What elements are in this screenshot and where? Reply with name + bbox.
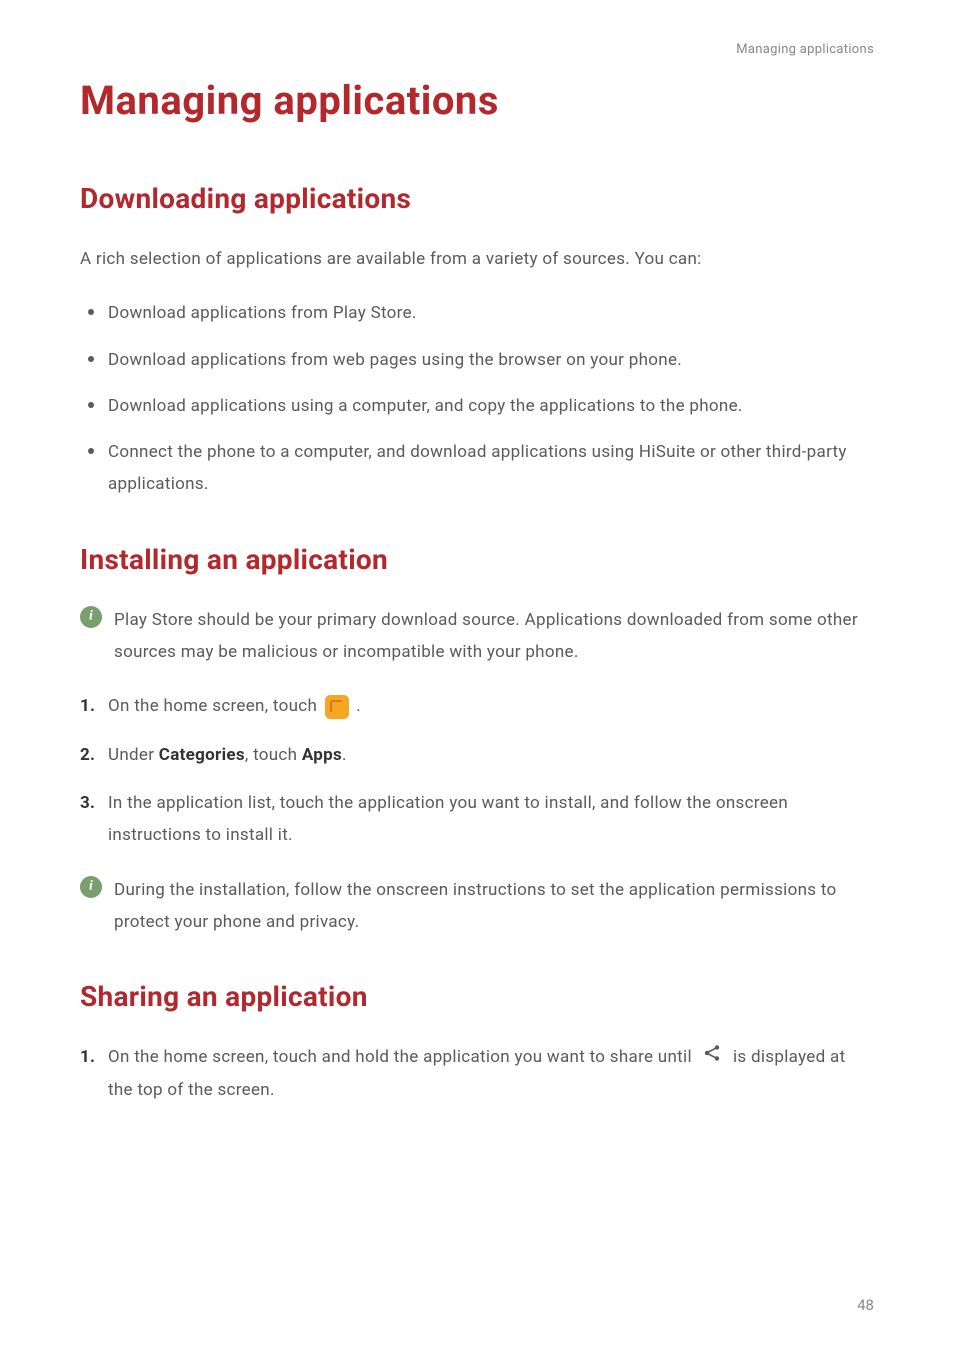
list-item: 3. In the application list, touch the ap… [80,787,874,852]
list-item: Download applications using a computer, … [80,390,874,422]
section-heading-installing: Installing an application [80,543,874,576]
step-number: 1. [80,690,95,722]
sharing-steps-list: 1. On the home screen, touch and hold th… [80,1041,874,1106]
info-icon [80,876,102,898]
step-number: 2. [80,739,95,771]
list-item: Connect the phone to a computer, and dow… [80,436,874,501]
step-number: 1. [80,1041,95,1073]
step-text: . [356,696,361,716]
info-icon [80,606,102,628]
list-item: Download applications from Play Store. [80,297,874,329]
step-number: 3. [80,787,95,819]
info-text: During the installation, follow the onsc… [114,874,874,939]
step-text: . [342,745,347,765]
step-text: On the home screen, touch and hold the a… [108,1047,696,1067]
page-number: 48 [857,1296,874,1314]
share-icon [702,1042,722,1074]
list-item: 2. Under Categories, touch Apps. [80,739,874,771]
page-title: Managing applications [80,77,874,124]
step-text: On the home screen, touch [108,696,322,716]
info-callout: Play Store should be your primary downlo… [80,604,874,669]
categories-label: Categories [159,745,245,765]
list-item: Download applications from web pages usi… [80,344,874,376]
apps-label: Apps [302,745,342,765]
step-text: In the application list, touch the appli… [108,793,788,845]
list-item: 1. On the home screen, touch and hold th… [80,1041,874,1106]
downloading-bullet-list: Download applications from Play Store. D… [80,297,874,500]
step-text: Under [108,745,159,765]
step-text: , touch [245,745,302,765]
section-heading-downloading: Downloading applications [80,182,874,215]
installing-steps-list: 1. On the home screen, touch . 2. Under … [80,690,874,851]
info-text: Play Store should be your primary downlo… [114,604,874,669]
section-heading-sharing: Sharing an application [80,980,874,1013]
downloading-intro: A rich selection of applications are ava… [80,243,874,275]
list-item: 1. On the home screen, touch . [80,690,874,722]
running-header: Managing applications [80,42,874,57]
files-app-icon [325,695,349,719]
info-callout: During the installation, follow the onsc… [80,874,874,939]
